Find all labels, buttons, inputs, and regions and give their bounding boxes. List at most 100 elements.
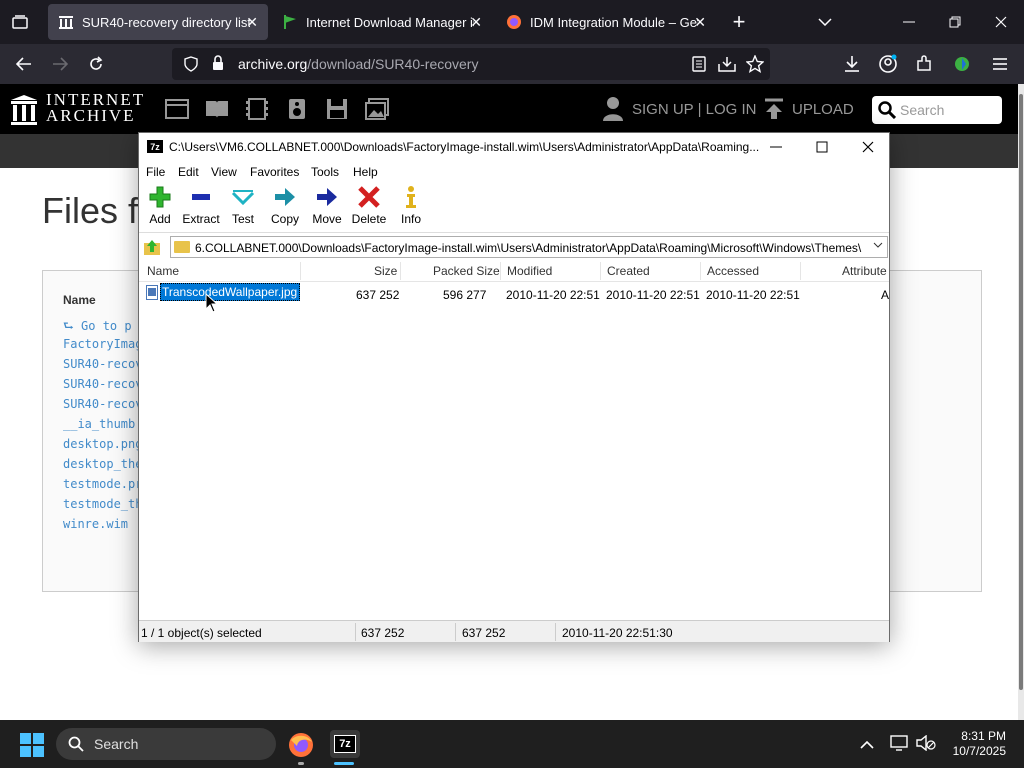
column-divider[interactable] [600, 262, 601, 280]
close-tab-icon[interactable]: ✕ [694, 14, 706, 31]
file-link[interactable]: SUR40-recov [63, 397, 142, 411]
scrollbar-thumb[interactable] [1019, 94, 1023, 690]
archive-logo-icon[interactable] [10, 94, 38, 131]
menu-file[interactable]: File [146, 165, 165, 179]
name-column-header[interactable]: Name [63, 293, 96, 307]
images-icon[interactable] [365, 98, 389, 120]
save-to-pocket-icon[interactable] [718, 56, 736, 77]
close-tab-icon[interactable]: ✕ [246, 14, 258, 31]
app-menu-icon[interactable] [986, 50, 1014, 78]
column-attributes[interactable]: Attribute [842, 264, 887, 278]
file-list[interactable]: Name Size Packed Size Modified Created A… [139, 260, 889, 736]
column-accessed[interactable]: Accessed [707, 264, 759, 278]
close-button[interactable] [845, 133, 891, 161]
tab-idm-integration[interactable]: IDM Integration Module – Get t ✕ [496, 4, 716, 40]
file-link[interactable]: testmode_th [63, 497, 142, 511]
archive-logo-text[interactable]: INTERNET ARCHIVE [46, 91, 145, 124]
forward-button[interactable] [46, 50, 74, 78]
idm-extension-icon[interactable] [948, 50, 976, 78]
tracking-shield-icon[interactable] [184, 56, 198, 77]
minimize-browser-button[interactable] [886, 0, 932, 44]
web-icon[interactable] [165, 98, 189, 120]
move-button[interactable]: Move [306, 185, 348, 231]
column-divider[interactable] [800, 262, 801, 280]
status-date: 2010-11-20 22:51:30 [562, 626, 673, 640]
path-dropdown-icon[interactable] [873, 240, 883, 251]
taskbar-search-box[interactable]: Search [56, 728, 276, 760]
downloads-icon[interactable] [838, 50, 866, 78]
tab-overview-icon[interactable] [0, 0, 40, 44]
account-icon[interactable] [874, 50, 902, 78]
column-divider[interactable] [300, 262, 301, 280]
network-icon[interactable] [890, 735, 908, 756]
parent-folder-up-icon[interactable] [143, 238, 161, 256]
address-bar[interactable]: archive.org/download/SUR40-recovery [172, 48, 770, 80]
extensions-icon[interactable] [910, 50, 938, 78]
windows-start-icon[interactable] [20, 733, 44, 762]
file-link[interactable]: FactoryImag [63, 337, 142, 351]
close-browser-button[interactable] [978, 0, 1024, 44]
add-button[interactable]: Add [139, 185, 181, 231]
signup-login-link[interactable]: SIGN UP | LOG IN [632, 101, 756, 118]
archive-search-input[interactable]: Search [872, 96, 1002, 124]
video-film-icon[interactable] [245, 98, 269, 120]
minimize-button[interactable] [753, 133, 799, 161]
path-input[interactable]: 6.COLLABNET.000\Downloads\FactoryImage-i… [170, 236, 888, 258]
firefox-taskbar-icon[interactable] [288, 732, 314, 763]
file-link[interactable]: winre.wim [63, 517, 128, 531]
7zip-title-bar[interactable]: 7z C:\Users\VM6.COLLABNET.000\Downloads\… [139, 133, 889, 161]
tab-idm[interactable]: Internet Download Manager is a ✕ [272, 4, 492, 40]
taskbar-clock[interactable]: 8:31 PM 10/7/2025 [946, 729, 1006, 759]
reader-view-icon[interactable] [692, 56, 706, 77]
menu-help[interactable]: Help [353, 165, 378, 179]
test-button[interactable]: Test [222, 185, 264, 231]
file-link[interactable]: SUR40-recov [63, 357, 142, 371]
tab-sur40-recovery[interactable]: SUR40-recovery directory listing ✕ [48, 4, 268, 40]
copy-button[interactable]: Copy [264, 185, 306, 231]
texts-book-icon[interactable] [205, 98, 229, 120]
upload-icon[interactable] [764, 98, 784, 125]
delete-button[interactable]: Delete [348, 185, 390, 231]
restore-browser-button[interactable] [932, 0, 978, 44]
file-link[interactable]: desktop_the [63, 457, 142, 471]
file-link[interactable]: testmode.pr [63, 477, 142, 491]
list-all-tabs-button[interactable] [804, 0, 846, 44]
volume-muted-icon[interactable] [916, 734, 936, 756]
cell-modified: 2010-11-20 22:51 [506, 288, 600, 302]
parent-directory-link[interactable]: ⮑ Go to p [63, 317, 132, 338]
file-link[interactable]: SUR40-recov [63, 377, 142, 391]
archive-favicon-icon [58, 14, 74, 30]
column-divider[interactable] [500, 262, 501, 280]
column-name[interactable]: Name [147, 264, 179, 278]
back-button[interactable] [10, 50, 38, 78]
column-packed-size[interactable]: Packed Size [433, 264, 500, 278]
column-size[interactable]: Size [374, 264, 397, 278]
cell-created: 2010-11-20 22:51 [606, 288, 700, 302]
column-modified[interactable]: Modified [507, 264, 552, 278]
menu-favorites[interactable]: Favorites [250, 165, 299, 179]
column-divider[interactable] [700, 262, 701, 280]
software-floppy-icon[interactable] [325, 98, 349, 120]
column-created[interactable]: Created [607, 264, 650, 278]
menu-edit[interactable]: Edit [178, 165, 199, 179]
new-tab-button[interactable]: + [718, 0, 760, 44]
7zip-taskbar-button[interactable]: 7z [330, 730, 360, 758]
page-scrollbar[interactable] [1018, 84, 1024, 720]
info-button[interactable]: Info [390, 185, 432, 231]
file-link[interactable]: __ia_thumb [63, 417, 135, 431]
extract-button[interactable]: Extract [180, 185, 222, 231]
maximize-button[interactable] [799, 133, 845, 161]
lock-icon[interactable] [212, 55, 224, 76]
audio-speaker-icon[interactable] [285, 98, 309, 120]
menu-tools[interactable]: Tools [311, 165, 339, 179]
show-hidden-icons-chevron-icon[interactable] [860, 737, 874, 755]
upload-link[interactable]: UPLOAD [792, 101, 854, 118]
info-i-icon [390, 185, 432, 211]
close-tab-icon[interactable]: ✕ [470, 14, 482, 31]
column-divider[interactable] [400, 262, 401, 280]
menu-view[interactable]: View [211, 165, 237, 179]
reload-icon[interactable] [82, 50, 110, 78]
user-icon[interactable] [602, 96, 624, 127]
file-link[interactable]: desktop.png [63, 437, 142, 451]
bookmark-star-icon[interactable] [745, 54, 765, 78]
